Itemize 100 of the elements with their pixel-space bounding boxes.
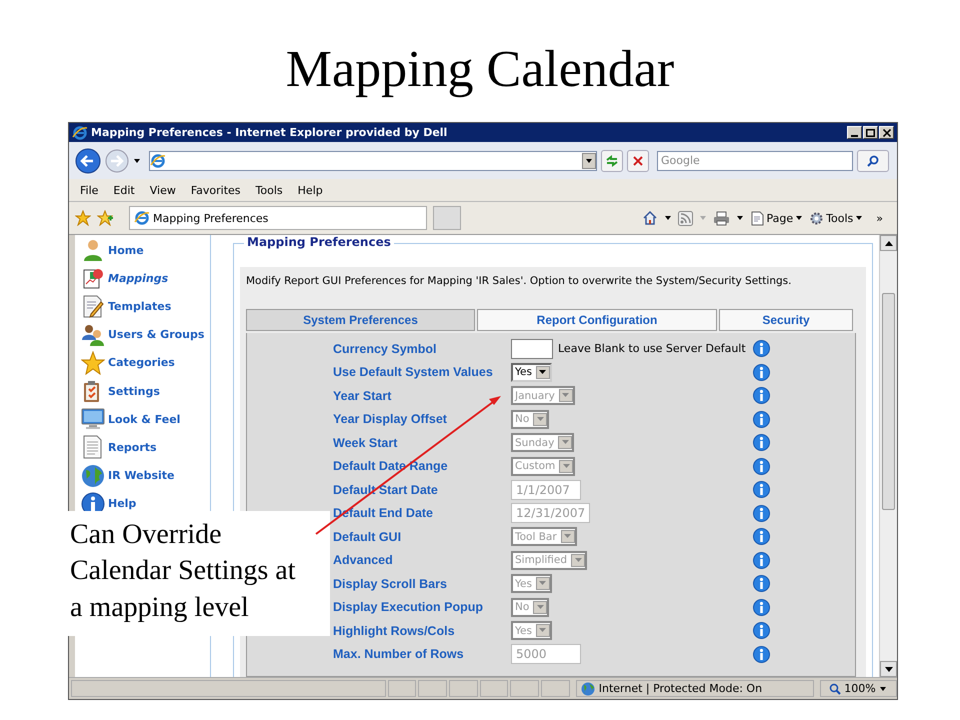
field-label: Advanced: [333, 552, 394, 570]
field-label: Week Start: [333, 434, 398, 452]
caret-icon: [536, 416, 544, 422]
caret-icon: [539, 628, 546, 634]
tab-title: Mapping Preferences: [153, 212, 268, 224]
back-icon[interactable]: [75, 148, 101, 174]
close-button[interactable]: [879, 126, 894, 139]
window-title: Mapping Preferences - Internet Explorer provided by Dell: [91, 126, 448, 139]
document-pencil-icon: [81, 294, 105, 318]
info-icon[interactable]: [753, 481, 770, 498]
info-icon[interactable]: [753, 387, 770, 404]
sidebar-link[interactable]: IR Website: [108, 469, 175, 482]
star-icon[interactable]: [75, 210, 91, 226]
panel-tab[interactable]: System Preferences: [246, 309, 475, 331]
menu-item[interactable]: Help: [290, 184, 331, 196]
tools-menu-button[interactable]: Tools: [809, 210, 864, 226]
print-icon[interactable]: [712, 210, 730, 226]
minimize-icon: [851, 134, 858, 136]
info-icon[interactable]: [753, 458, 770, 475]
address-field[interactable]: [149, 150, 597, 170]
dropdown-button[interactable]: [582, 152, 596, 168]
caret-icon: [539, 581, 546, 586]
sidebar-link[interactable]: Look & Feel: [108, 412, 180, 426]
panel-legend: Mapping Preferences: [244, 235, 394, 249]
add-favorite-icon[interactable]: [97, 210, 113, 226]
info-icon[interactable]: [753, 575, 770, 592]
sidebar-link[interactable]: Reports: [108, 440, 157, 454]
down-arrow-icon[interactable]: [884, 666, 892, 672]
globe-icon: [81, 464, 105, 488]
settings-icon: [809, 210, 824, 226]
panel-tab[interactable]: Report Configuration: [477, 309, 717, 331]
field-label: Max. Number of Rows: [333, 646, 465, 664]
caret-icon[interactable]: [133, 158, 141, 164]
sidebar-link[interactable]: Home: [108, 244, 144, 257]
info-icon[interactable]: [753, 646, 770, 663]
dropdown[interactable]: Yes: [511, 362, 552, 382]
field-hint: Leave Blank to use Server Default: [558, 342, 746, 356]
field-label: Year Display Offset: [333, 411, 448, 428]
info-icon[interactable]: [753, 504, 770, 522]
caret-icon: [585, 158, 593, 164]
caret-icon: [564, 534, 572, 540]
input-field[interactable]: [511, 338, 553, 359]
info-icon[interactable]: [753, 434, 770, 452]
caret-icon: [855, 215, 864, 221]
field-label: Highlight Rows/Cols: [333, 622, 456, 640]
sidebar-link[interactable]: Help: [108, 497, 136, 510]
caret-icon: [562, 464, 570, 469]
sidebar-link[interactable]: Templates: [108, 300, 172, 313]
info-icon[interactable]: [753, 364, 770, 381]
caret-icon[interactable]: [664, 215, 672, 221]
scroll-thumb[interactable]: [882, 293, 895, 510]
chart-icon: [81, 266, 105, 290]
field-label: Default GUI: [333, 528, 402, 546]
caret-icon: [536, 604, 544, 610]
refresh-button[interactable]: [601, 150, 623, 172]
info-icon[interactable]: [753, 622, 770, 640]
info-icon[interactable]: [753, 410, 770, 428]
minimize-button[interactable]: [847, 126, 862, 139]
more-commands-button[interactable]: »: [869, 212, 891, 224]
browser-tab[interactable]: Mapping Preferences: [129, 206, 427, 230]
caret-icon[interactable]: [736, 215, 744, 221]
search-icon: [867, 154, 879, 166]
page-icon: [134, 210, 150, 226]
menu-item[interactable]: View: [142, 184, 184, 196]
person-icon: [81, 238, 105, 262]
maximize-button[interactable]: [863, 126, 878, 139]
scrollbar[interactable]: [879, 235, 897, 677]
maximize-icon: [866, 128, 875, 136]
monitor-icon: [81, 407, 105, 432]
search-button[interactable]: [857, 150, 889, 172]
up-arrow-icon[interactable]: [884, 240, 892, 246]
menu-item[interactable]: Edit: [106, 184, 143, 196]
globe-icon: [580, 682, 595, 696]
menu-item[interactable]: File: [73, 184, 106, 196]
info-icon[interactable]: [753, 598, 770, 616]
menu-item[interactable]: Tools: [248, 184, 291, 196]
page-menu-button[interactable]: Page: [750, 210, 804, 226]
info-icon[interactable]: [753, 340, 770, 358]
info-icon[interactable]: [753, 552, 770, 569]
sidebar-link[interactable]: Users & Groups: [108, 328, 204, 342]
slide-title: Mapping Calendar: [286, 44, 674, 96]
sidebar-link[interactable]: Settings: [108, 384, 160, 398]
sidebar-link[interactable]: Categories: [108, 356, 175, 370]
star-icon: [81, 350, 105, 375]
sidebar-link[interactable]: Mappings: [108, 272, 168, 285]
panel-tab[interactable]: Security: [719, 309, 853, 331]
menu-item[interactable]: Favorites: [184, 184, 249, 196]
close-icon: [882, 128, 890, 136]
feed-icon[interactable]: [678, 210, 693, 226]
zoom-button[interactable]: 100%: [820, 680, 897, 697]
field-label: Display Scroll Bars: [333, 576, 448, 593]
document-icon: [750, 210, 765, 226]
search-field[interactable]: Google: [657, 150, 853, 170]
field-label: Currency Symbol: [333, 340, 438, 358]
field-label: Use Default System Values: [333, 364, 494, 382]
stop-button[interactable]: [627, 150, 649, 172]
stop-icon: [632, 154, 644, 166]
info-icon[interactable]: [753, 528, 770, 546]
caret-icon: [878, 686, 887, 692]
home-icon[interactable]: [642, 210, 658, 226]
